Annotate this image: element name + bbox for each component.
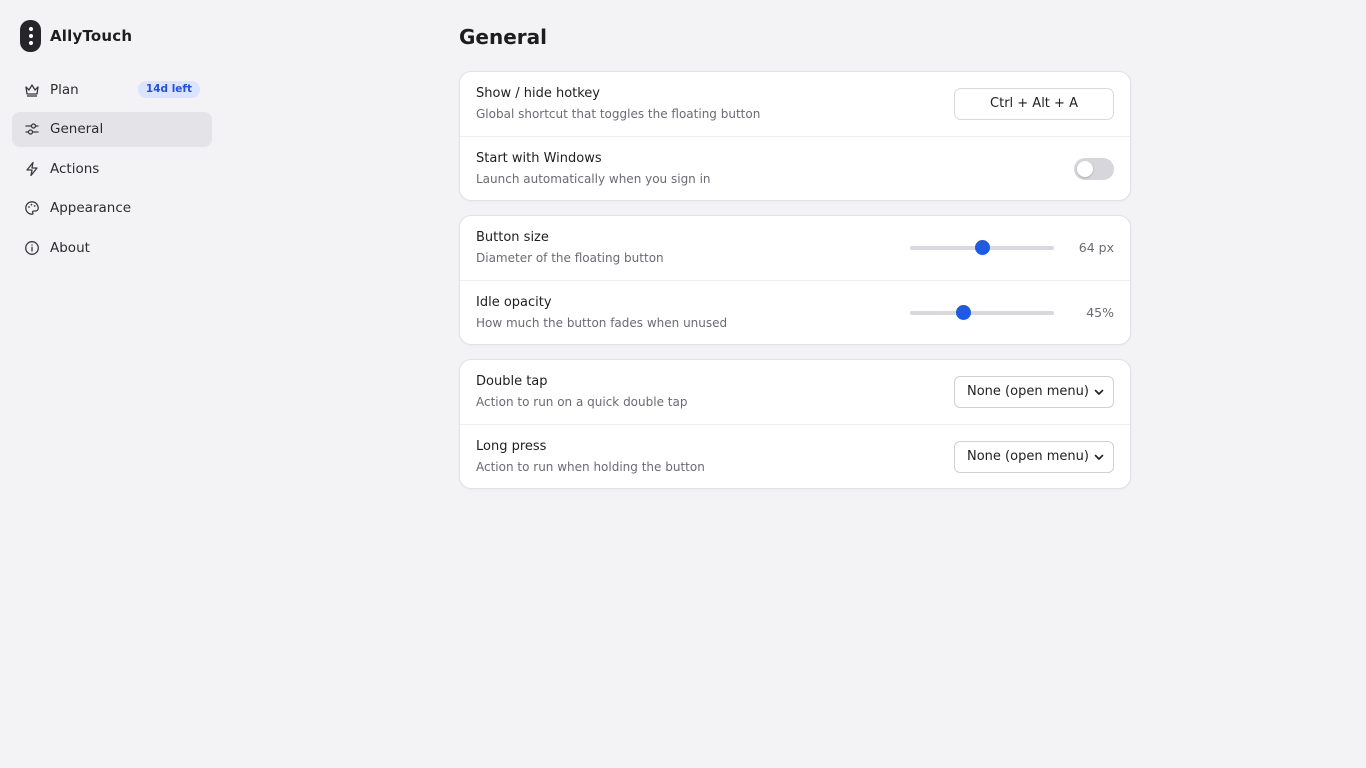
hotkey-card: Show / hide hotkey Global shortcut that … bbox=[459, 71, 1131, 201]
sidebar-item-label: Appearance bbox=[50, 200, 132, 216]
long-press-row: Long press Action to run when holding th… bbox=[460, 424, 1130, 488]
page-title: General bbox=[459, 25, 547, 49]
idle-opacity-value: 45% bbox=[1086, 305, 1114, 320]
setting-description: Diameter of the floating button bbox=[476, 251, 664, 265]
setting-title: Double tap bbox=[476, 374, 548, 389]
trial-badge: 14d left bbox=[137, 81, 200, 98]
slider-thumb[interactable] bbox=[975, 240, 990, 255]
sidebar-item-label: Plan bbox=[50, 81, 79, 98]
startup-row: Start with Windows Launch automatically … bbox=[460, 136, 1130, 200]
setting-description: Action to run when holding the button bbox=[476, 460, 705, 474]
setting-title: Button size bbox=[476, 230, 549, 245]
setting-description: Launch automatically when you sign in bbox=[476, 172, 711, 186]
select-value: None (open menu) bbox=[967, 449, 1089, 464]
palette-icon bbox=[24, 200, 40, 216]
info-icon bbox=[24, 240, 40, 256]
sidebar-item-plan[interactable]: Plan 14d left bbox=[12, 72, 212, 107]
sliders-icon bbox=[24, 121, 40, 137]
app-name: AllyTouch bbox=[50, 27, 133, 45]
sidebar-item-general[interactable]: General bbox=[12, 111, 212, 147]
sidebar: AllyTouch Plan 14d left General Actions … bbox=[0, 0, 224, 768]
start-with-windows-toggle[interactable] bbox=[1074, 158, 1114, 180]
setting-description: How much the button fades when unused bbox=[476, 316, 728, 330]
idle-opacity-slider[interactable] bbox=[910, 305, 1054, 320]
crown-icon bbox=[24, 82, 40, 98]
slider-thumb[interactable] bbox=[956, 305, 972, 320]
button-size-value: 64 px bbox=[1078, 240, 1114, 255]
sidebar-nav: Plan 14d left General Actions Appearance… bbox=[12, 72, 212, 270]
setting-title: Start with Windows bbox=[476, 151, 602, 166]
sidebar-item-label: Actions bbox=[50, 160, 100, 177]
brand: AllyTouch bbox=[20, 20, 132, 52]
double-tap-select[interactable]: None (open menu) bbox=[954, 376, 1114, 408]
button-size-row: Button size Diameter of the floating but… bbox=[460, 216, 1130, 280]
button-size-slider[interactable] bbox=[910, 240, 1054, 255]
setting-title: Idle opacity bbox=[476, 295, 552, 310]
button-card: Button size Diameter of the floating but… bbox=[459, 215, 1131, 345]
chevron-down-icon bbox=[1094, 389, 1104, 395]
sidebar-item-about[interactable]: About bbox=[12, 230, 212, 265]
long-press-select[interactable]: None (open menu) bbox=[954, 441, 1114, 473]
idle-opacity-row: Idle opacity How much the button fades w… bbox=[460, 280, 1130, 344]
sidebar-item-actions[interactable]: Actions bbox=[12, 151, 212, 186]
gesture-card: Double tap Action to run on a quick doub… bbox=[459, 359, 1131, 489]
sidebar-item-label: General bbox=[50, 121, 104, 137]
toggle-knob bbox=[1077, 161, 1093, 177]
sidebar-item-appearance[interactable]: Appearance bbox=[12, 191, 212, 226]
setting-title: Show / hide hotkey bbox=[476, 86, 601, 101]
app-logo-icon bbox=[20, 20, 41, 52]
setting-description: Action to run on a quick double tap bbox=[476, 395, 688, 409]
select-value: None (open menu) bbox=[967, 384, 1089, 399]
setting-description: Global shortcut that toggles the floatin… bbox=[476, 107, 761, 121]
double-tap-row: Double tap Action to run on a quick doub… bbox=[460, 360, 1130, 424]
chevron-down-icon bbox=[1094, 454, 1104, 460]
setting-title: Long press bbox=[476, 439, 547, 454]
bolt-icon bbox=[24, 161, 40, 177]
sidebar-item-label: About bbox=[50, 239, 90, 256]
hotkey-row: Show / hide hotkey Global shortcut that … bbox=[460, 72, 1130, 136]
hotkey-input[interactable]: Ctrl + Alt + A bbox=[954, 88, 1114, 120]
